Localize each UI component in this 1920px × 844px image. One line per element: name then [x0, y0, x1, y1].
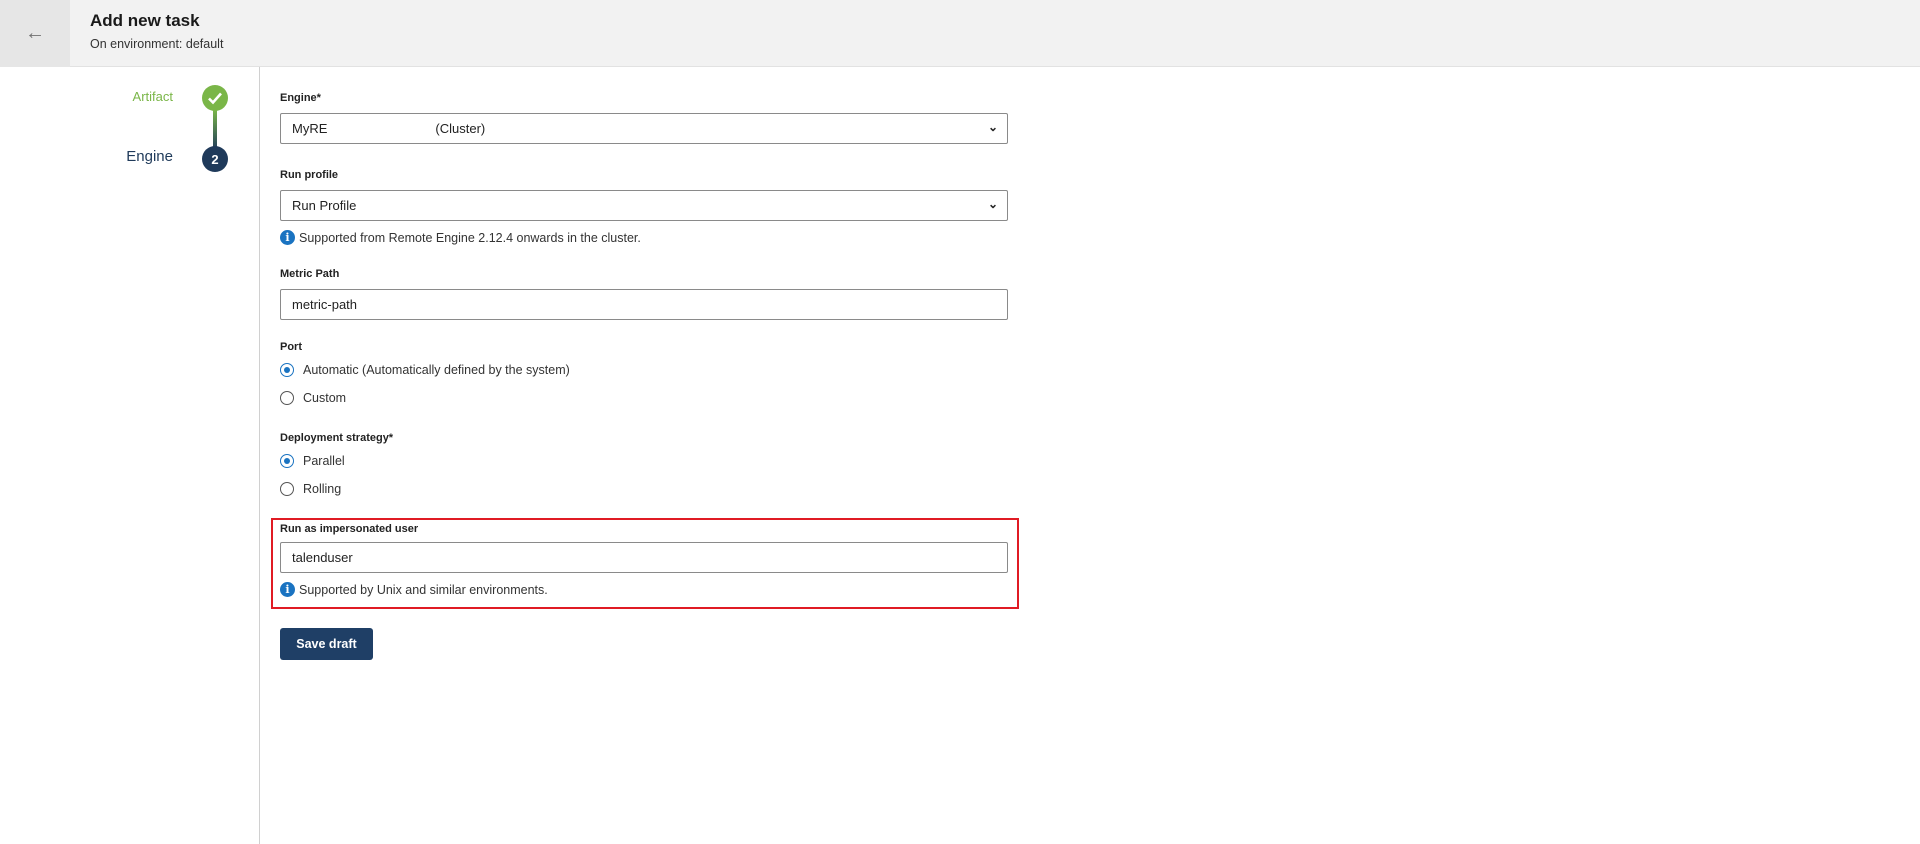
port-custom-radio[interactable]: Custom: [280, 391, 346, 405]
engine-label: Engine*: [280, 92, 321, 104]
radio-unchecked[interactable]: [280, 391, 294, 405]
check-icon: [202, 85, 228, 111]
page-subtitle: On environment: default: [90, 37, 224, 51]
chevron-down-icon: ⌄: [987, 197, 998, 211]
arrow-left-icon: ←: [25, 22, 45, 44]
chevron-down-icon: ⌄: [987, 120, 998, 134]
info-icon: i: [280, 230, 295, 245]
metric-path-label: Metric Path: [280, 268, 340, 280]
deployment-strategy-label: Deployment strategy*: [280, 432, 394, 444]
port-automatic-radio[interactable]: Automatic (Automatically defined by the …: [280, 363, 570, 377]
run-profile-select[interactable]: Run Profile ⌄: [280, 190, 1008, 221]
radio-checked[interactable]: [280, 454, 294, 468]
step-number-badge: 2: [202, 146, 228, 172]
radio-label: Custom: [303, 391, 347, 405]
run-profile-value: Run Profile: [292, 198, 357, 213]
info-text: Supported from Remote Engine 2.12.4 onwa…: [299, 230, 641, 245]
metric-path-value: metric-path: [292, 297, 358, 312]
radio-label: Parallel: [303, 454, 345, 468]
step-artifact-label[interactable]: Artifact: [133, 89, 173, 104]
impersonated-user-info: i Supported by Unix and similar environm…: [280, 582, 548, 597]
impersonated-user-value: talenduser: [292, 550, 353, 565]
info-text: Supported by Unix and similar environmen…: [299, 582, 548, 597]
engine-type: (Cluster): [435, 121, 486, 136]
impersonated-user-label: Run as impersonated user: [280, 523, 419, 535]
run-profile-label: Run profile: [280, 169, 339, 181]
info-icon: i: [280, 582, 295, 597]
radio-unchecked[interactable]: [280, 482, 294, 496]
step-engine-label: Engine: [126, 148, 173, 165]
step-connector: [213, 110, 217, 150]
port-label: Port: [280, 341, 302, 353]
deployment-parallel-radio[interactable]: Parallel: [280, 454, 345, 468]
radio-label: Automatic (Automatically defined by the …: [303, 363, 570, 377]
radio-label: Rolling: [303, 482, 342, 496]
back-button[interactable]: ←: [0, 0, 70, 67]
run-profile-info: i Supported from Remote Engine 2.12.4 on…: [280, 230, 641, 245]
page-title: Add new task: [90, 11, 200, 30]
sidebar-divider: [259, 67, 260, 844]
radio-checked[interactable]: [280, 363, 294, 377]
metric-path-input[interactable]: metric-path: [280, 289, 1008, 320]
impersonated-user-input[interactable]: talenduser: [280, 542, 1008, 573]
engine-select[interactable]: MyRE (Cluster) ⌄: [280, 113, 1008, 144]
save-draft-button[interactable]: Save draft: [280, 628, 373, 660]
deployment-rolling-radio[interactable]: Rolling: [280, 482, 341, 496]
engine-name: MyRE: [292, 121, 328, 136]
page-header: ← Add new task On environment: default: [0, 0, 1920, 67]
